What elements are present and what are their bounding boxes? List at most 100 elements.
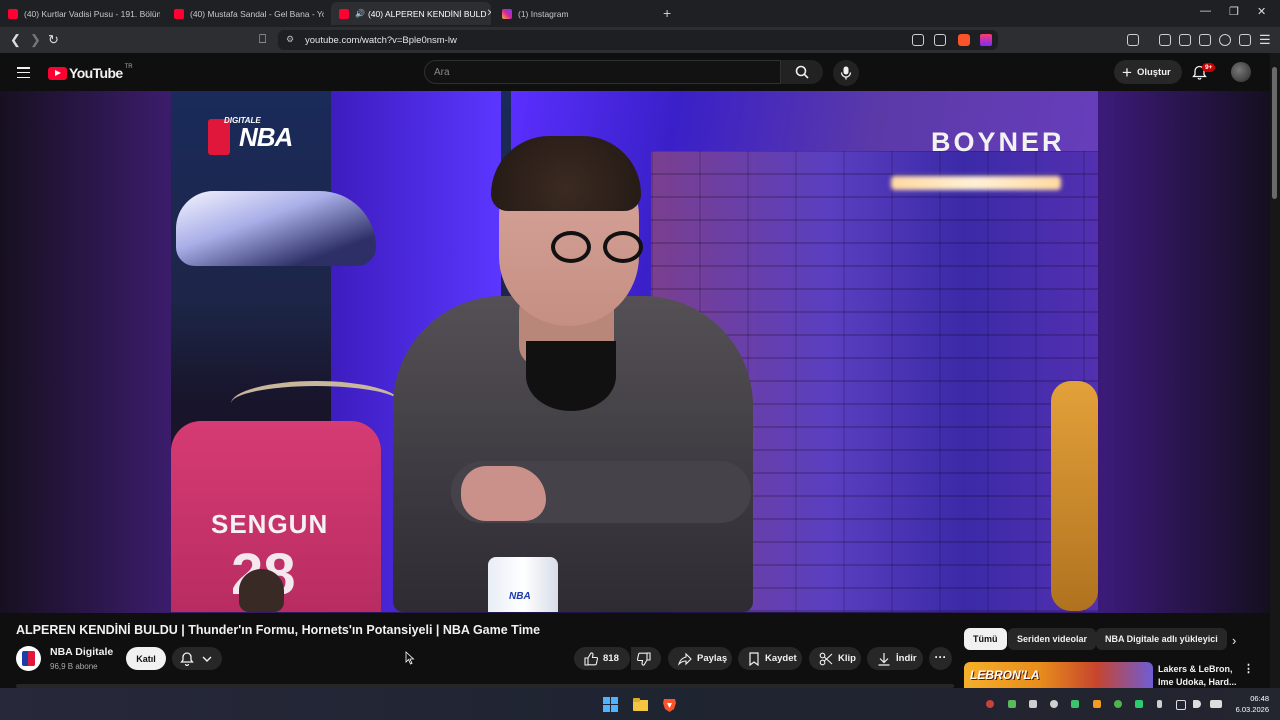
plus-icon: + [1122,62,1132,82]
join-button[interactable]: Katıl [126,647,166,670]
share-page-icon[interactable] [934,34,946,46]
account-avatar[interactable] [1231,62,1251,82]
download-button[interactable]: İndir [867,647,923,670]
tab-label: (40) Mustafa Sandal - Gel Bana - You [190,8,324,19]
thumbs-down-icon [637,651,651,666]
thumbs-up-icon [584,651,598,666]
tray-app-icon[interactable] [1071,700,1079,708]
bell-icon [180,652,194,666]
leo-ai-icon[interactable] [1219,34,1231,46]
region-code: TR [124,64,133,70]
scrollbar-thumb[interactable] [1272,67,1277,199]
cast-icon[interactable] [912,34,924,46]
youtube-icon [339,8,349,19]
close-tab-icon[interactable]: ✕ [487,8,491,19]
tray-app-icon[interactable] [1050,700,1058,708]
clock-time: 06:48 [1250,694,1269,703]
tab-alperen-active[interactable]: 🔊 (40) ALPEREN KENDİNİ BULD ✕ [331,2,491,25]
media-icon[interactable] [1159,34,1171,46]
create-label: Oluştur [1136,66,1171,78]
share-button[interactable]: Paylaş [668,647,732,670]
tray-app-icon[interactable] [986,700,994,708]
tab-mustafa-sandal[interactable]: (40) Mustafa Sandal - Gel Bana - You [166,2,324,25]
speaker-icon: 🔊 [355,9,365,18]
save-button[interactable]: Kaydet [738,647,802,670]
channel-name[interactable]: NBA Digitale [50,646,113,658]
trophy-figure [1051,381,1098,611]
tab-kurtlar-vadisi[interactable]: (40) Kurtlar Vadisi Pusu - 191. Bölüm [0,2,160,25]
speaker-shirt [526,341,616,411]
subscription-bell-button[interactable] [172,647,222,670]
chip-series-videos[interactable]: Seriden videolar [1008,628,1097,650]
network-icon[interactable] [1176,700,1186,710]
minimize-icon[interactable]: — [1200,5,1211,17]
mug [488,557,558,612]
chevron-right-icon[interactable]: › [1232,633,1236,648]
recommendation-menu-icon[interactable]: ⋮ [1243,662,1254,675]
brave-browser-icon[interactable] [662,697,677,712]
subscriber-count: 96,9 B abone [50,662,98,671]
video-player[interactable]: SENGUN 28 DIGITALE NBA BOYNER NBA [171,91,1098,612]
reader-icon[interactable] [1127,34,1139,46]
forward-icon[interactable]: ❯ [30,32,41,48]
like-button[interactable]: 818 [574,647,630,670]
taskbar-clock[interactable]: 06:48 6.03.2026 [1229,693,1269,715]
tab-instagram[interactable]: (1) Instagram [494,2,654,25]
tray-app-icon[interactable] [1135,700,1143,708]
channel-avatar[interactable] [16,646,41,671]
page-scrollbar[interactable] [1270,53,1280,688]
share-icon [678,652,692,666]
search-button[interactable] [781,60,823,84]
tray-app-icon[interactable] [1029,700,1037,708]
glasses-right [603,231,643,263]
battery-icon[interactable] [1210,700,1222,708]
chevron-down-icon [202,656,212,662]
bookmark-icon[interactable]: ⎕ [259,32,266,47]
more-actions-button[interactable]: ··· [929,647,952,670]
sneaker-image [176,191,376,266]
recommendation-title[interactable]: Lakers & LeBron, Ime Udoka, Hard... [1158,663,1238,688]
scissors-icon [819,652,833,665]
reload-icon[interactable]: ↻ [48,32,59,48]
microphone-tray-icon[interactable] [1157,700,1162,708]
close-window-icon[interactable]: ✕ [1257,5,1266,18]
clock-date: 6.03.2026 [1235,705,1269,714]
wallet-icon[interactable] [1199,34,1211,46]
voice-search-button[interactable] [833,60,859,86]
new-tab-icon[interactable]: + [663,5,671,21]
shelf-light [891,176,1061,190]
rewards-icon[interactable] [980,34,992,46]
search-placeholder: Ara [434,67,450,78]
save-label: Kaydet [765,653,797,664]
site-info-icon[interactable]: ⚙ [286,34,294,45]
volume-icon[interactable] [1193,700,1201,708]
chip-uploader[interactable]: NBA Digitale adlı yükleyici [1096,628,1227,650]
mouse-cursor-icon [405,651,415,665]
back-icon[interactable]: ❮ [10,32,21,48]
youtube-logo[interactable]: YouTube TR [48,64,133,81]
tray-app-icon[interactable] [1008,700,1016,708]
windows-taskbar [0,688,1280,720]
url-text[interactable]: youtube.com/watch?v=Bple0nsm-lw [305,35,457,46]
menu-icon[interactable]: ☰ [1259,32,1271,48]
clip-button[interactable]: Klip [809,647,861,670]
search-input[interactable] [424,60,781,84]
logo-wordmark: YouTube [69,65,123,81]
hamburger-menu-icon[interactable] [17,67,30,79]
brave-shield-icon[interactable] [958,34,970,46]
restore-icon[interactable]: ❐ [1229,5,1239,18]
windows-start-icon[interactable] [603,697,618,712]
vpn-icon[interactable] [1239,34,1251,46]
video-title: ALPEREN KENDİNİ BULDU | Thunder'ın Formu… [16,623,541,637]
like-count: 818 [603,653,619,664]
sidebar-icon[interactable] [1179,34,1191,46]
tray-app-icon[interactable] [1114,700,1122,708]
browser-tab-bar: (40) Kurtlar Vadisi Pusu - 191. Bölüm (4… [0,0,1280,27]
dislike-button[interactable] [631,647,661,670]
file-explorer-icon[interactable] [633,697,648,712]
tray-app-icon[interactable] [1093,700,1101,708]
tab-label: (40) ALPEREN KENDİNİ BULD [367,8,487,19]
tab-label: (40) Kurtlar Vadisi Pusu - 191. Bölüm [24,8,160,19]
chip-all[interactable]: Tümü [964,628,1007,650]
create-button[interactable]: + Oluştur [1114,60,1182,84]
